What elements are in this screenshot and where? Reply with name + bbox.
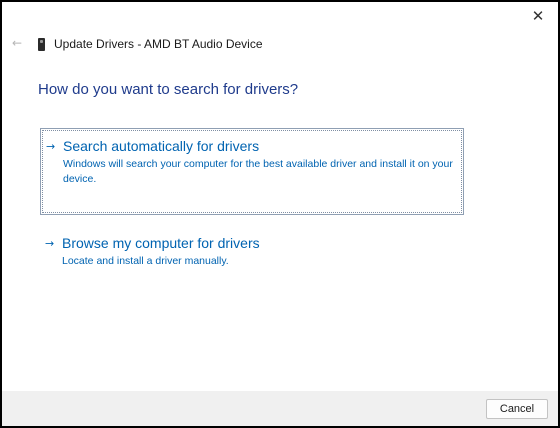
option-description: Locate and install a driver manually. <box>62 255 229 267</box>
dialog-title: Update Drivers - AMD BT Audio Device <box>54 37 263 51</box>
search-automatically-option[interactable]: → Search automatically for drivers Windo… <box>40 128 464 215</box>
arrow-right-icon: → <box>45 236 55 250</box>
audio-device-icon <box>38 37 45 51</box>
dialog-footer: Cancel <box>2 391 558 426</box>
arrow-right-icon: → <box>46 139 56 153</box>
dialog-title-row: Update Drivers - AMD BT Audio Device <box>38 35 263 53</box>
option-title: Search automatically for drivers <box>63 138 260 154</box>
back-button[interactable]: ← <box>9 35 25 51</box>
option-description: Windows will search your computer for th… <box>63 158 453 185</box>
option-title: Browse my computer for drivers <box>62 235 260 251</box>
close-button[interactable]: ✕ <box>524 4 552 28</box>
browse-computer-option[interactable]: → Browse my computer for drivers Locate … <box>40 226 464 282</box>
update-drivers-dialog: ✕ ← Update Drivers - AMD BT Audio Device… <box>0 0 560 428</box>
page-heading: How do you want to search for drivers? <box>38 81 299 98</box>
close-icon: ✕ <box>531 7 545 25</box>
back-arrow-icon: ← <box>11 36 23 50</box>
cancel-button[interactable]: Cancel <box>486 399 548 419</box>
